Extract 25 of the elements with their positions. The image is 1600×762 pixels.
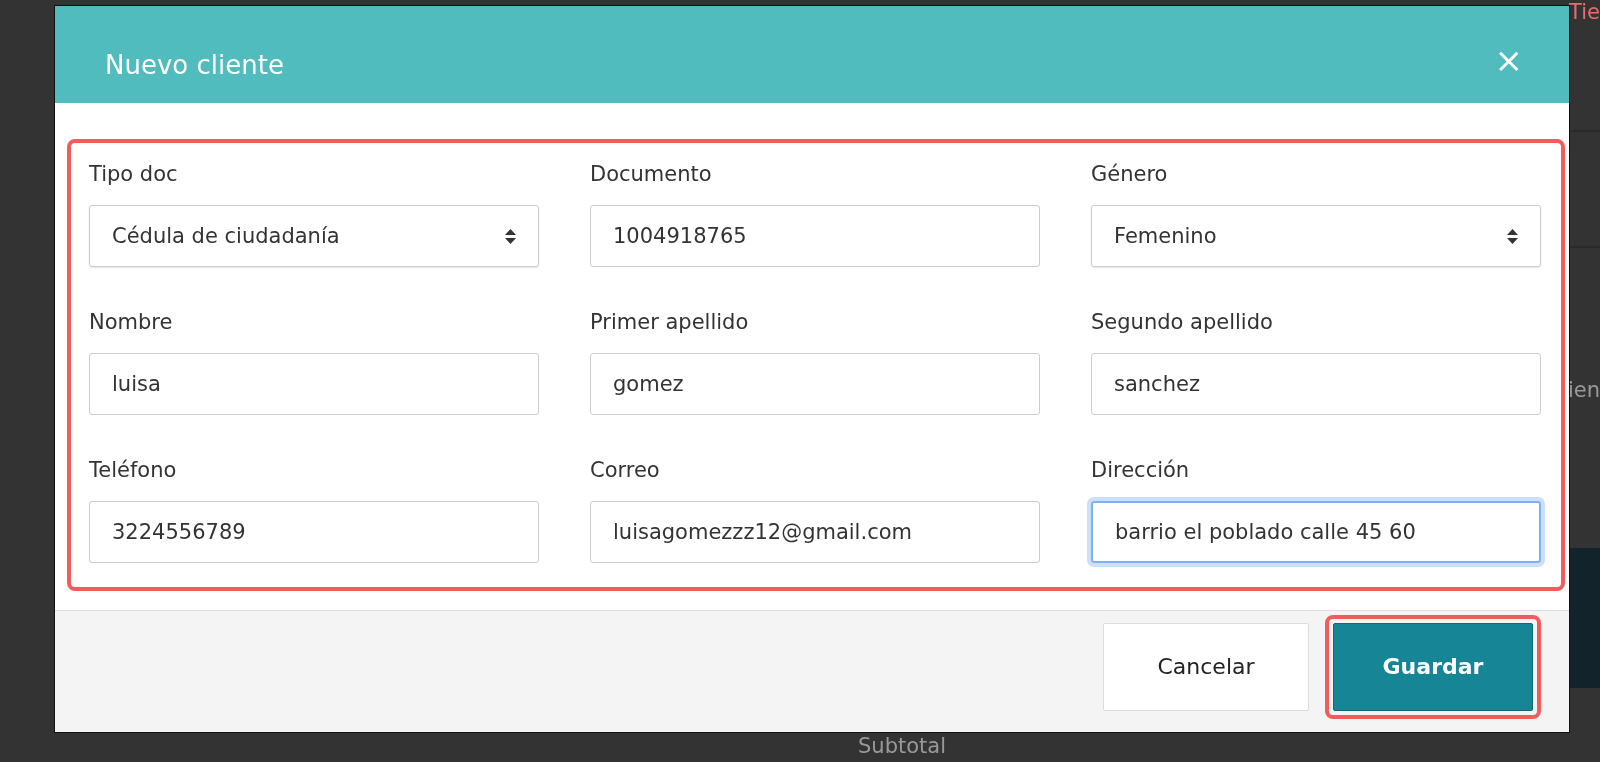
dialog-title: Nuevo cliente bbox=[105, 48, 284, 80]
field-label: Tipo doc bbox=[89, 161, 179, 188]
field-label: Documento bbox=[590, 161, 713, 188]
cancel-button[interactable]: Cancelar bbox=[1103, 622, 1309, 711]
text-field[interactable]: luisa bbox=[89, 353, 539, 415]
background-text: Subtotal bbox=[858, 734, 946, 758]
field-label: Teléfono bbox=[89, 457, 178, 484]
background-text: ien bbox=[1567, 378, 1600, 402]
save-button[interactable]: Guardar bbox=[1333, 622, 1533, 711]
background-text: Tie bbox=[1569, 0, 1600, 24]
field-label: Género bbox=[1091, 161, 1169, 188]
text-field[interactable]: 1004918765 bbox=[590, 205, 1040, 267]
text-field[interactable]: luisagomezzz12@gmail.com bbox=[590, 501, 1040, 563]
text-field[interactable]: 3224556789 bbox=[89, 501, 539, 563]
field-label: Correo bbox=[590, 457, 661, 484]
dropdown[interactable]: Cédula de ciudadanía bbox=[89, 205, 539, 267]
field-label: Dirección bbox=[1091, 457, 1191, 484]
text-field[interactable]: sanchez bbox=[1091, 353, 1541, 415]
sort-caret-icon bbox=[505, 228, 516, 244]
dropdown[interactable]: Femenino bbox=[1091, 205, 1541, 267]
field-label: Nombre bbox=[89, 309, 174, 336]
sort-caret-icon bbox=[1507, 228, 1518, 244]
field-label: Primer apellido bbox=[590, 309, 750, 336]
text-field[interactable]: gomez bbox=[590, 353, 1040, 415]
field-label: Segundo apellido bbox=[1091, 309, 1274, 336]
